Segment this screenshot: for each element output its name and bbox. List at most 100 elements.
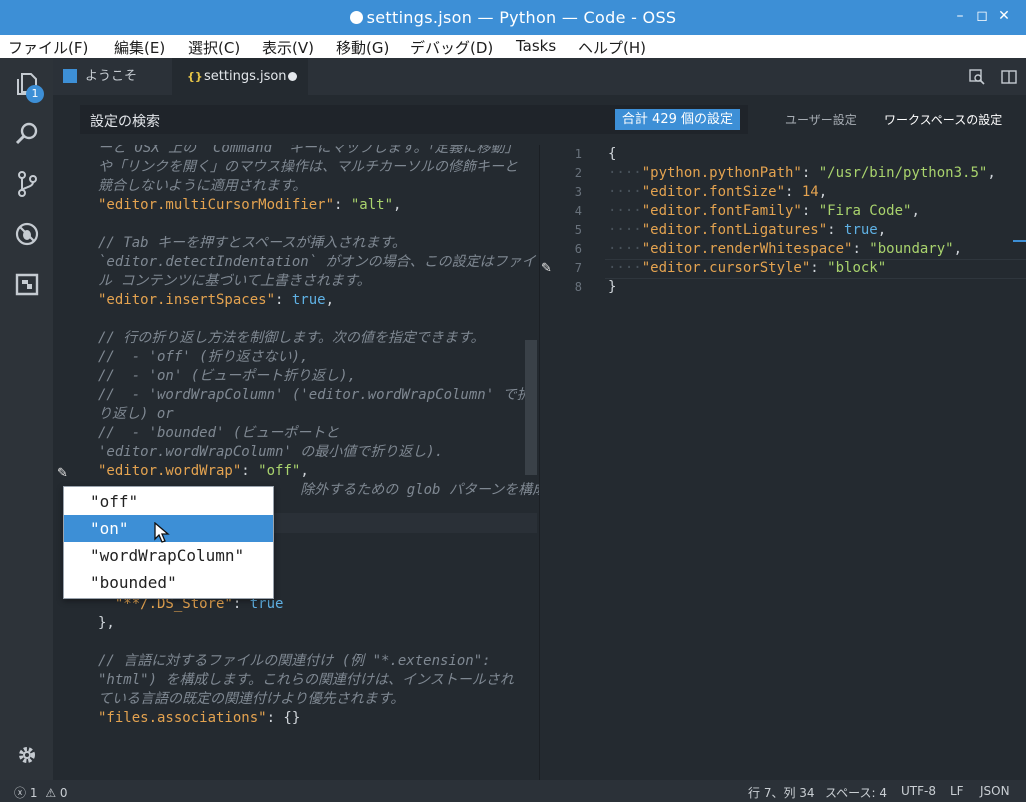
workspace-settings-tab[interactable]: ワークスペースの設定 — [884, 111, 1002, 128]
dirty-dot-icon[interactable] — [288, 72, 297, 81]
code-token: "editor.insertSpaces" — [98, 292, 276, 308]
code-line: "files.associations": {} — [98, 709, 300, 728]
status-bar: ⓧ 1 ⚠ 0 行 7、列 34 スペース: 4 UTF-8 LF JSON — [0, 780, 1026, 802]
unsaved-dot-icon — [349, 11, 363, 24]
code-line: // - 'off' (折り返さない), — [98, 348, 308, 367]
code-token: : — [810, 260, 828, 276]
code-token: ···· — [608, 241, 642, 257]
code-line: 競合しないように適用されます。 — [98, 177, 306, 196]
workspace-settings-pane[interactable]: 1{2 ····"python.pythonPath": "/usr/bin/py… — [540, 145, 1026, 780]
edit-pencil-icon[interactable]: ✎ — [57, 466, 68, 481]
app-window: settings.json — Python — Code - OSS – ◻ … — [0, 0, 1026, 802]
code-token: 競合しないように適用されます。 — [98, 178, 307, 194]
code-token: "off" — [258, 463, 301, 479]
source-control-icon[interactable] — [13, 170, 41, 198]
menu-go[interactable]: 移動(G) — [336, 37, 389, 58]
debug-icon[interactable] — [13, 220, 41, 248]
tab-welcome-label: ようこそ — [85, 69, 138, 84]
code-token: , — [987, 165, 996, 181]
tab-welcome[interactable]: ようこそ — [53, 58, 172, 95]
code-token: ···· — [608, 260, 642, 276]
menu-file[interactable]: ファイル(F) — [8, 37, 88, 58]
code-line: "editor.insertSpaces": true, — [98, 291, 334, 310]
dropdown-option[interactable]: "wordWrapColumn" — [64, 542, 273, 569]
code-token: // - 'off' (折り返さない), — [98, 349, 309, 365]
editor-tabs: ようこそ {} settings.json — [53, 58, 1026, 95]
tab-settings-json-label: settings.json — [204, 69, 287, 84]
explorer-badge: 1 — [26, 85, 44, 103]
error-icon: ⓧ — [14, 786, 27, 800]
line-number: 5 — [574, 223, 582, 237]
split-editor-icon[interactable] — [1001, 69, 1017, 85]
problems-indicator[interactable]: ⓧ 1 ⚠ 0 — [14, 784, 68, 801]
code-line: `editor.detectIndentation` がオンの場合、この設定はフ… — [98, 253, 536, 272]
user-settings-tab[interactable]: ユーザー設定 — [785, 111, 857, 128]
error-count: 1 — [29, 786, 38, 800]
search-icon[interactable] — [13, 120, 41, 148]
minimize-icon[interactable]: – — [949, 5, 971, 27]
code-token: // 行の折り返し方法を制御します。次の値を指定できます。 — [98, 330, 485, 346]
code-token: true — [291, 292, 326, 308]
warning-icon: ⚠ — [45, 786, 57, 800]
open-file-icon[interactable] — [969, 69, 985, 85]
code-token: ···· — [608, 203, 642, 219]
left-scrollbar[interactable] — [525, 340, 537, 475]
menu-help[interactable]: ヘルプ(H) — [578, 37, 646, 58]
code-line: り返し) or — [98, 405, 174, 424]
code-token: 'editor.wordWrapColumn' の最小値で折り返し). — [98, 444, 444, 460]
end-of-line[interactable]: LF — [950, 784, 964, 798]
code-token: // - 'wordWrapColumn' ('editor.wordWrapC… — [98, 387, 531, 403]
code-line: ····"editor.fontLigatures": true, — [608, 221, 886, 240]
line-number: 3 — [574, 185, 582, 199]
tab-settings-json[interactable]: {} settings.json — [172, 58, 308, 95]
edit-pencil-icon[interactable]: ✎ — [541, 261, 552, 276]
indentation[interactable]: スペース: 4 — [825, 784, 887, 801]
code-token: "editor.fontFamily" — [641, 203, 802, 219]
code-token: // - 'bounded' (ビューポートと — [98, 425, 340, 441]
menu-tasks[interactable]: Tasks — [516, 37, 556, 55]
language-mode[interactable]: JSON — [980, 784, 1010, 798]
code-token: // Tab キーを押すとスペースが挿入されます。 — [98, 235, 406, 251]
menu-view[interactable]: 表示(V) — [262, 37, 314, 58]
code-token: "/usr/bin/python3.5" — [818, 165, 988, 181]
settings-search-input[interactable]: 設定の検索 合計 429 個の設定 — [80, 105, 748, 134]
dropdown-option[interactable]: "bounded" — [64, 569, 273, 596]
maximize-icon[interactable]: ◻ — [971, 5, 993, 27]
code-token: , — [953, 241, 963, 257]
code-token: , — [300, 463, 309, 479]
code-line: }, — [98, 614, 115, 633]
code-token: "editor.fontSize" — [641, 184, 786, 200]
cursor-position[interactable]: 行 7、列 34 — [748, 784, 815, 801]
code-token: "editor.renderWhitespace" — [641, 241, 853, 257]
encoding[interactable]: UTF-8 — [901, 784, 936, 798]
code-line: // 言語に対するファイルの関連付け (例 "*.extension": — [98, 652, 491, 671]
code-line: "html") を構成します。これらの関連付けは、インストールされ — [98, 671, 514, 690]
line-number: 8 — [574, 280, 582, 294]
line-number: 4 — [574, 204, 582, 218]
code-token: // 言語に対するファイルの関連付け (例 "*.extension": — [98, 653, 491, 669]
dropdown-option[interactable]: "off" — [64, 488, 273, 515]
code-line: や「リンクを開く」のマウス操作は、マルチカーソルの修飾キーと — [98, 158, 518, 177]
settings-editor: 設定の検索 合計 429 個の設定 ユーザー設定 ワークスペースの設定 ーと O… — [53, 95, 1026, 780]
code-token: `editor.detectIndentation` がオンの場合、この設定はフ… — [98, 254, 536, 270]
default-settings-pane[interactable]: ーと OSX 上の `Command` キーにマップします。「定義に移動」 や「リ… — [53, 145, 539, 780]
settings-gear-icon[interactable] — [13, 741, 41, 769]
code-line: // Tab キーを押すとスペースが挿入されます。 — [98, 234, 406, 253]
search-placeholder: 設定の検索 — [90, 114, 160, 130]
code-line: ーと OSX 上の `Command` キーにマップします。「定義に移動」 — [98, 145, 518, 158]
code-token: , — [325, 292, 335, 308]
menu-debug[interactable]: デバッグ(D) — [410, 37, 493, 58]
code-token: : — [241, 463, 259, 479]
code-line: ····"editor.cursorStyle": "block" — [608, 259, 886, 278]
code-line: // - 'bounded' (ビューポートと — [98, 424, 339, 443]
code-line: ている言語の既定の関連付けより優先されます。 — [98, 690, 404, 709]
extensions-icon[interactable] — [13, 270, 41, 298]
code-token: // - 'on' (ビューポート折り返し), — [98, 368, 357, 384]
code-line: // - 'on' (ビューポート折り返し), — [98, 367, 356, 386]
code-token: ている言語の既定の関連付けより優先されます。 — [98, 691, 405, 707]
close-icon[interactable]: ✕ — [993, 5, 1015, 27]
menu-edit[interactable]: 編集(E) — [114, 37, 165, 58]
menu-selection[interactable]: 選択(C) — [188, 37, 240, 58]
overview-ruler-mark — [1013, 240, 1026, 242]
code-token: , — [818, 184, 828, 200]
